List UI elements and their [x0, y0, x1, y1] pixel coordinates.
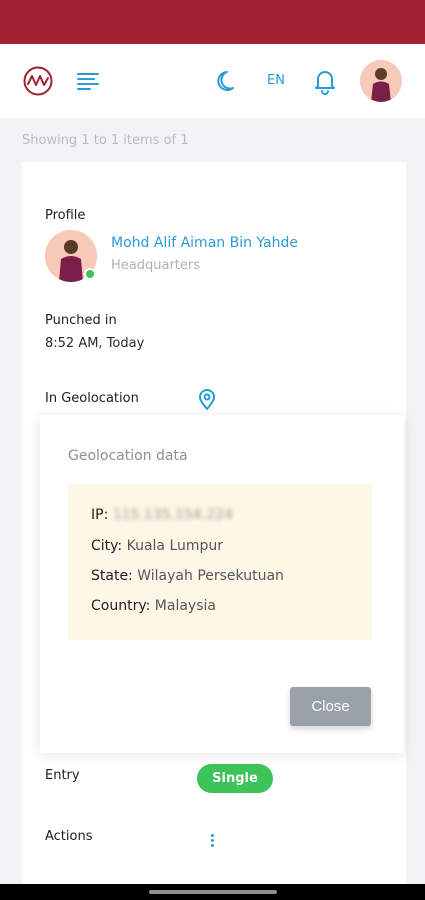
actions-label: Actions: [45, 829, 93, 844]
status-bar: [0, 0, 425, 44]
geo-row-country: Country: Malaysia: [91, 598, 216, 614]
language-selector[interactable]: EN: [262, 70, 290, 92]
entry-type-badge: Single: [197, 764, 273, 793]
geo-key: State:: [91, 568, 133, 584]
punched-in-time: 8:52 AM, Today: [45, 336, 145, 351]
logo-icon[interactable]: [22, 65, 54, 97]
menu-icon[interactable]: [76, 70, 100, 92]
geo-key: IP:: [91, 507, 109, 523]
employee-department: Headquarters: [111, 258, 201, 273]
in-geolocation-label: In Geolocation: [45, 391, 139, 406]
online-status-dot: [84, 268, 96, 280]
geo-row-city: City: Kuala Lumpur: [91, 538, 223, 554]
entry-label: Entry: [45, 768, 80, 783]
geo-value: Kuala Lumpur: [126, 538, 224, 554]
moon-icon[interactable]: [216, 68, 242, 94]
employee-name-link[interactable]: Mohd Alif Aiman Bin Yahde: [111, 235, 298, 251]
profile-label: Profile: [45, 208, 86, 223]
modal-title: Geolocation data: [68, 448, 188, 464]
pagination-summary: Showing 1 to 1 items of 1: [22, 133, 189, 148]
geo-row-state: State: Wilayah Persekutuan: [91, 568, 284, 584]
geo-key: Country:: [91, 598, 151, 614]
bell-icon[interactable]: [312, 67, 338, 95]
home-gesture-handle[interactable]: [149, 890, 277, 894]
geo-key: City:: [91, 538, 123, 554]
geo-value: Malaysia: [154, 598, 216, 614]
more-vertical-icon[interactable]: [205, 830, 219, 850]
punched-in-label: Punched in: [45, 313, 117, 328]
close-button[interactable]: Close: [290, 687, 371, 726]
geo-value: Wilayah Persekutuan: [137, 568, 284, 584]
ip-address-value: 115.135.154.224: [112, 507, 233, 523]
user-avatar[interactable]: [360, 60, 402, 102]
location-pin-icon[interactable]: [197, 389, 217, 411]
geo-row-ip: IP: 115.135.154.224: [91, 507, 233, 523]
